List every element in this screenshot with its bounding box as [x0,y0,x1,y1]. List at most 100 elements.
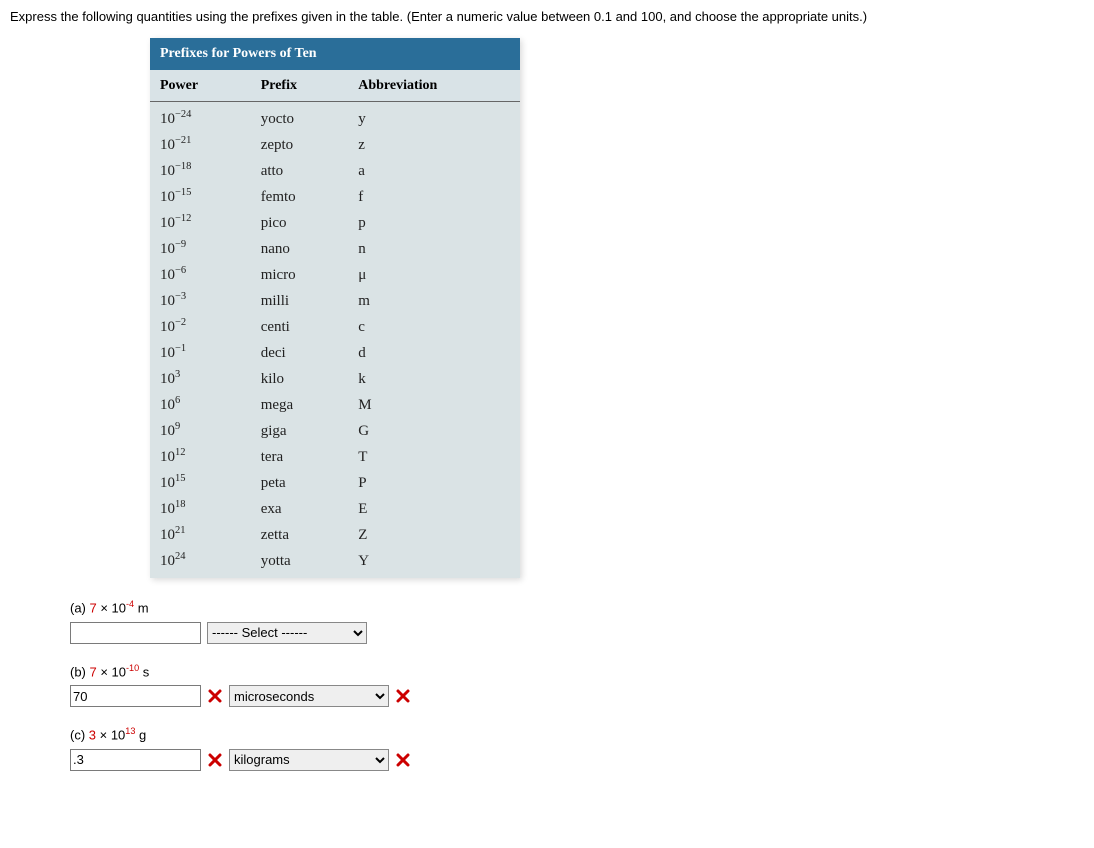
question-a-unit: m [134,601,148,616]
question-b-times: × 10 [97,664,126,679]
table-row: 106megaM [150,392,520,418]
wrong-icon [395,752,411,768]
abbrev-cell: n [348,236,520,262]
answer-c-input[interactable] [70,749,201,771]
question-b-exp: -10 [126,663,139,673]
table-header-prefix: Prefix [251,70,349,102]
table-row: 109gigaG [150,418,520,444]
power-cell: 1012 [150,444,251,470]
abbrev-cell: y [348,102,520,133]
prefix-cell: atto [251,158,349,184]
prefix-cell: centi [251,314,349,340]
wrong-icon [207,752,223,768]
question-c-unit: g [135,728,146,743]
abbrev-cell: z [348,132,520,158]
table-row: 10−24yoctoy [150,102,520,133]
abbrev-cell: f [348,184,520,210]
table-row: 10−15femtof [150,184,520,210]
abbrev-cell: k [348,366,520,392]
abbrev-cell: Z [348,522,520,548]
prefix-cell: yocto [251,102,349,133]
answer-c-select[interactable]: kilograms [229,749,389,771]
wrong-icon [395,688,411,704]
prefix-cell: tera [251,444,349,470]
prefix-cell: exa [251,496,349,522]
prefix-cell: milli [251,288,349,314]
wrong-icon [207,688,223,704]
prefix-cell: zepto [251,132,349,158]
prefix-cell: zetta [251,522,349,548]
prefix-cell: kilo [251,366,349,392]
abbrev-cell: T [348,444,520,470]
power-cell: 10−21 [150,132,251,158]
answer-b-select[interactable]: microseconds [229,685,389,707]
answer-a-select[interactable]: ------ Select ------ [207,622,367,644]
question-c: (c) 3 × 1013 g kilograms [70,725,1084,771]
question-a-coef: 7 [90,601,97,616]
prefix-cell: yotta [251,548,349,578]
power-cell: 10−2 [150,314,251,340]
power-cell: 10−12 [150,210,251,236]
prefix-cell: micro [251,262,349,288]
abbrev-cell: d [348,340,520,366]
question-c-times: × 10 [96,728,125,743]
abbrev-cell: c [348,314,520,340]
power-cell: 1021 [150,522,251,548]
prefix-cell: deci [251,340,349,366]
power-cell: 10−15 [150,184,251,210]
question-a: (a) 7 × 10-4 m ------ Select ------ [70,598,1084,644]
abbrev-cell: μ [348,262,520,288]
prefix-cell: giga [251,418,349,444]
question-a-label: (a) [70,601,90,616]
table-header-power: Power [150,70,251,102]
power-cell: 10−9 [150,236,251,262]
table-row: 1021zettaZ [150,522,520,548]
power-cell: 1018 [150,496,251,522]
prefix-cell: pico [251,210,349,236]
table-row: 10−18attoa [150,158,520,184]
abbrev-cell: a [348,158,520,184]
answer-b-input[interactable] [70,685,201,707]
table-row: 10−9nanon [150,236,520,262]
question-c-coef: 3 [89,728,96,743]
question-b-label: (b) [70,664,90,679]
question-b: (b) 7 × 10-10 s microseconds [70,662,1084,708]
instruction-text: Express the following quantities using t… [10,8,1084,26]
question-a-exp: -4 [126,599,134,609]
question-a-times: × 10 [97,601,126,616]
abbrev-cell: p [348,210,520,236]
prefix-table: Prefixes for Powers of Ten Power Prefix … [150,38,520,578]
table-row: 103kilok [150,366,520,392]
question-c-exp: 13 [125,726,135,736]
question-c-label: (c) [70,728,89,743]
abbrev-cell: P [348,470,520,496]
power-cell: 10−1 [150,340,251,366]
table-title: Prefixes for Powers of Ten [150,38,520,70]
question-b-unit: s [139,664,149,679]
abbrev-cell: m [348,288,520,314]
power-cell: 1015 [150,470,251,496]
answer-a-input[interactable] [70,622,201,644]
table-row: 1015petaP [150,470,520,496]
table-row: 10−6microμ [150,262,520,288]
table-row: 10−2centic [150,314,520,340]
power-cell: 10−18 [150,158,251,184]
table-row: 10−1decid [150,340,520,366]
power-cell: 106 [150,392,251,418]
prefix-cell: peta [251,470,349,496]
table-header-abbrev: Abbreviation [348,70,520,102]
abbrev-cell: G [348,418,520,444]
power-cell: 1024 [150,548,251,578]
power-cell: 10−24 [150,102,251,133]
power-cell: 10−3 [150,288,251,314]
table-row: 10−21zeptoz [150,132,520,158]
abbrev-cell: E [348,496,520,522]
table-row: 1012teraT [150,444,520,470]
abbrev-cell: Y [348,548,520,578]
prefix-cell: mega [251,392,349,418]
prefix-cell: femto [251,184,349,210]
question-b-coef: 7 [90,664,97,679]
table-row: 1018exaE [150,496,520,522]
prefix-cell: nano [251,236,349,262]
table-row: 1024yottaY [150,548,520,578]
